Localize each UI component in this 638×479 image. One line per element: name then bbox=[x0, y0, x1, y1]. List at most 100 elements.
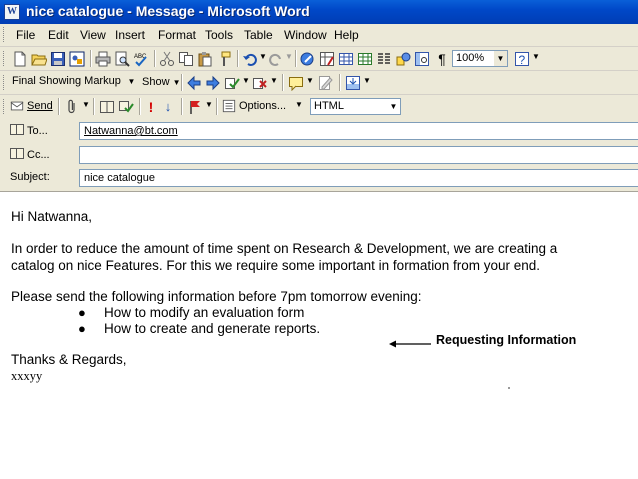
toolbar-grip[interactable] bbox=[3, 75, 7, 90]
document-map-icon[interactable] bbox=[414, 51, 430, 67]
spelling-grammar-icon[interactable]: ABC bbox=[133, 51, 149, 67]
menu-edit[interactable]: Edit bbox=[48, 28, 69, 42]
help-icon[interactable]: ? bbox=[514, 51, 530, 67]
toolbar-separator bbox=[181, 98, 183, 115]
toolbar-grip[interactable] bbox=[3, 51, 7, 66]
importance-high-icon[interactable]: ! bbox=[143, 99, 159, 115]
toolbar-grip[interactable] bbox=[3, 99, 7, 114]
tables-borders-icon[interactable] bbox=[319, 51, 335, 67]
toolbar-separator bbox=[295, 50, 297, 67]
toolbar-separator bbox=[282, 74, 284, 91]
chevron-down-icon[interactable]: ▼ bbox=[494, 51, 507, 66]
chevron-down-icon[interactable]: ▼ bbox=[125, 74, 138, 89]
reviewing-pane-icon[interactable] bbox=[345, 75, 361, 91]
list-item: How to create and generate reports. bbox=[104, 321, 321, 336]
subject-field[interactable]: nice catalogue bbox=[79, 169, 638, 187]
to-field[interactable]: Natwanna@bt.com bbox=[79, 122, 638, 140]
attach-file-icon[interactable] bbox=[64, 99, 80, 115]
undo-icon[interactable] bbox=[242, 51, 258, 67]
message-header: To... Natwanna@bt.com Cc... Subject: nic… bbox=[0, 118, 638, 193]
cc-row: Cc... bbox=[0, 144, 638, 165]
zoom-select[interactable]: 100% ▼ bbox=[452, 50, 508, 67]
cut-icon[interactable] bbox=[159, 51, 175, 67]
menu-bar: File Edit View Insert Format Tools Table… bbox=[0, 24, 638, 47]
new-document-icon[interactable] bbox=[12, 51, 28, 67]
greeting-text: Hi Natwanna, bbox=[11, 209, 93, 224]
show-hide-paragraph-icon[interactable]: ¶ bbox=[434, 51, 450, 67]
toolbar-separator bbox=[154, 50, 156, 67]
menu-help[interactable]: Help bbox=[334, 28, 359, 42]
address-book-icon[interactable] bbox=[99, 99, 115, 115]
reject-change-icon[interactable] bbox=[252, 75, 268, 91]
redo-dropdown-icon[interactable]: ▼ bbox=[285, 52, 293, 61]
follow-up-flag-icon[interactable] bbox=[187, 99, 203, 115]
accept-dropdown-icon[interactable]: ▼ bbox=[242, 76, 250, 85]
stray-dot bbox=[508, 387, 510, 389]
subject-row: Subject: nice catalogue bbox=[0, 167, 638, 188]
to-button[interactable]: To... bbox=[10, 124, 48, 137]
reviewing-toolbar: Final Showing Markup ▼ Show ▼ ▼ ▼ ▼ ▼ bbox=[0, 71, 638, 95]
insert-hyperlink-icon[interactable] bbox=[300, 51, 316, 67]
toolbar-separator bbox=[237, 50, 239, 67]
format-painter-icon[interactable] bbox=[216, 51, 232, 67]
reviewing-pane-dropdown-icon[interactable]: ▼ bbox=[363, 76, 371, 85]
check-names-icon[interactable] bbox=[118, 99, 134, 115]
track-changes-icon[interactable] bbox=[318, 75, 334, 91]
zoom-value: 100% bbox=[456, 52, 485, 64]
permission-icon[interactable] bbox=[69, 51, 85, 67]
email-toolbar: Send ▼ ! ↓ ▼ Options... ▼ HTML ▼ bbox=[0, 95, 638, 119]
bullet-icon: ● bbox=[78, 321, 86, 336]
insert-excel-worksheet-icon[interactable] bbox=[357, 51, 373, 67]
cc-button[interactable]: Cc... bbox=[10, 148, 50, 161]
redo-icon[interactable] bbox=[268, 51, 284, 67]
reject-dropdown-icon[interactable]: ▼ bbox=[270, 76, 278, 85]
next-change-icon[interactable] bbox=[205, 75, 221, 91]
message-body[interactable]: Hi Natwanna, In order to reduce the amou… bbox=[0, 192, 638, 479]
menu-format[interactable]: Format bbox=[158, 28, 196, 42]
options-dropdown-icon[interactable]: ▼ bbox=[295, 100, 303, 109]
importance-low-icon[interactable]: ↓ bbox=[160, 99, 176, 115]
subject-label: Subject: bbox=[10, 171, 50, 183]
options-label: Options... bbox=[239, 100, 287, 112]
body-paragraph-line: In order to reduce the amount of time sp… bbox=[11, 241, 558, 256]
toolbar-grip[interactable] bbox=[3, 27, 7, 42]
display-for-review-select[interactable]: Final Showing Markup ▼ bbox=[9, 74, 138, 91]
word-document-icon: W bbox=[4, 4, 20, 20]
copy-icon[interactable] bbox=[178, 51, 194, 67]
insert-comment-icon[interactable] bbox=[288, 75, 304, 91]
drawing-icon[interactable] bbox=[395, 51, 411, 67]
options-icon bbox=[222, 99, 236, 113]
attach-dropdown-icon[interactable]: ▼ bbox=[82, 100, 90, 109]
paste-icon[interactable] bbox=[197, 51, 213, 67]
columns-icon[interactable] bbox=[376, 51, 392, 67]
print-preview-icon[interactable] bbox=[114, 51, 130, 67]
to-label: To... bbox=[27, 125, 48, 137]
menu-file[interactable]: File bbox=[16, 28, 35, 42]
menu-window[interactable]: Window bbox=[284, 28, 327, 42]
message-format-select[interactable]: HTML ▼ bbox=[310, 98, 401, 115]
flag-dropdown-icon[interactable]: ▼ bbox=[205, 100, 213, 109]
print-icon[interactable] bbox=[95, 51, 111, 67]
save-icon[interactable] bbox=[50, 51, 66, 67]
comment-dropdown-icon[interactable]: ▼ bbox=[306, 76, 314, 85]
menu-table[interactable]: Table bbox=[244, 28, 273, 42]
closing-text: Thanks & Regards, bbox=[11, 352, 127, 367]
body-paragraph-line: catalog on nice Features. For this we re… bbox=[11, 258, 540, 273]
cc-field[interactable] bbox=[79, 146, 638, 164]
menu-insert[interactable]: Insert bbox=[115, 28, 145, 42]
menu-view[interactable]: View bbox=[80, 28, 106, 42]
list-item: How to modify an evaluation form bbox=[104, 305, 305, 320]
title-bar: W nice catalogue - Message - Microsoft W… bbox=[0, 0, 638, 24]
accept-change-icon[interactable] bbox=[224, 75, 240, 91]
help-dropdown-icon[interactable]: ▼ bbox=[532, 52, 540, 61]
chevron-down-icon[interactable]: ▼ bbox=[387, 99, 400, 114]
show-menu-button[interactable]: Show ▼ bbox=[142, 76, 181, 88]
insert-table-icon[interactable] bbox=[338, 51, 354, 67]
to-recipient[interactable]: Natwanna@bt.com bbox=[84, 125, 178, 137]
toolbar-separator bbox=[90, 50, 92, 67]
open-folder-icon[interactable] bbox=[31, 51, 47, 67]
previous-change-icon[interactable] bbox=[186, 75, 202, 91]
menu-tools[interactable]: Tools bbox=[205, 28, 233, 42]
toolbar-separator bbox=[181, 74, 183, 91]
undo-dropdown-icon[interactable]: ▼ bbox=[259, 52, 267, 61]
